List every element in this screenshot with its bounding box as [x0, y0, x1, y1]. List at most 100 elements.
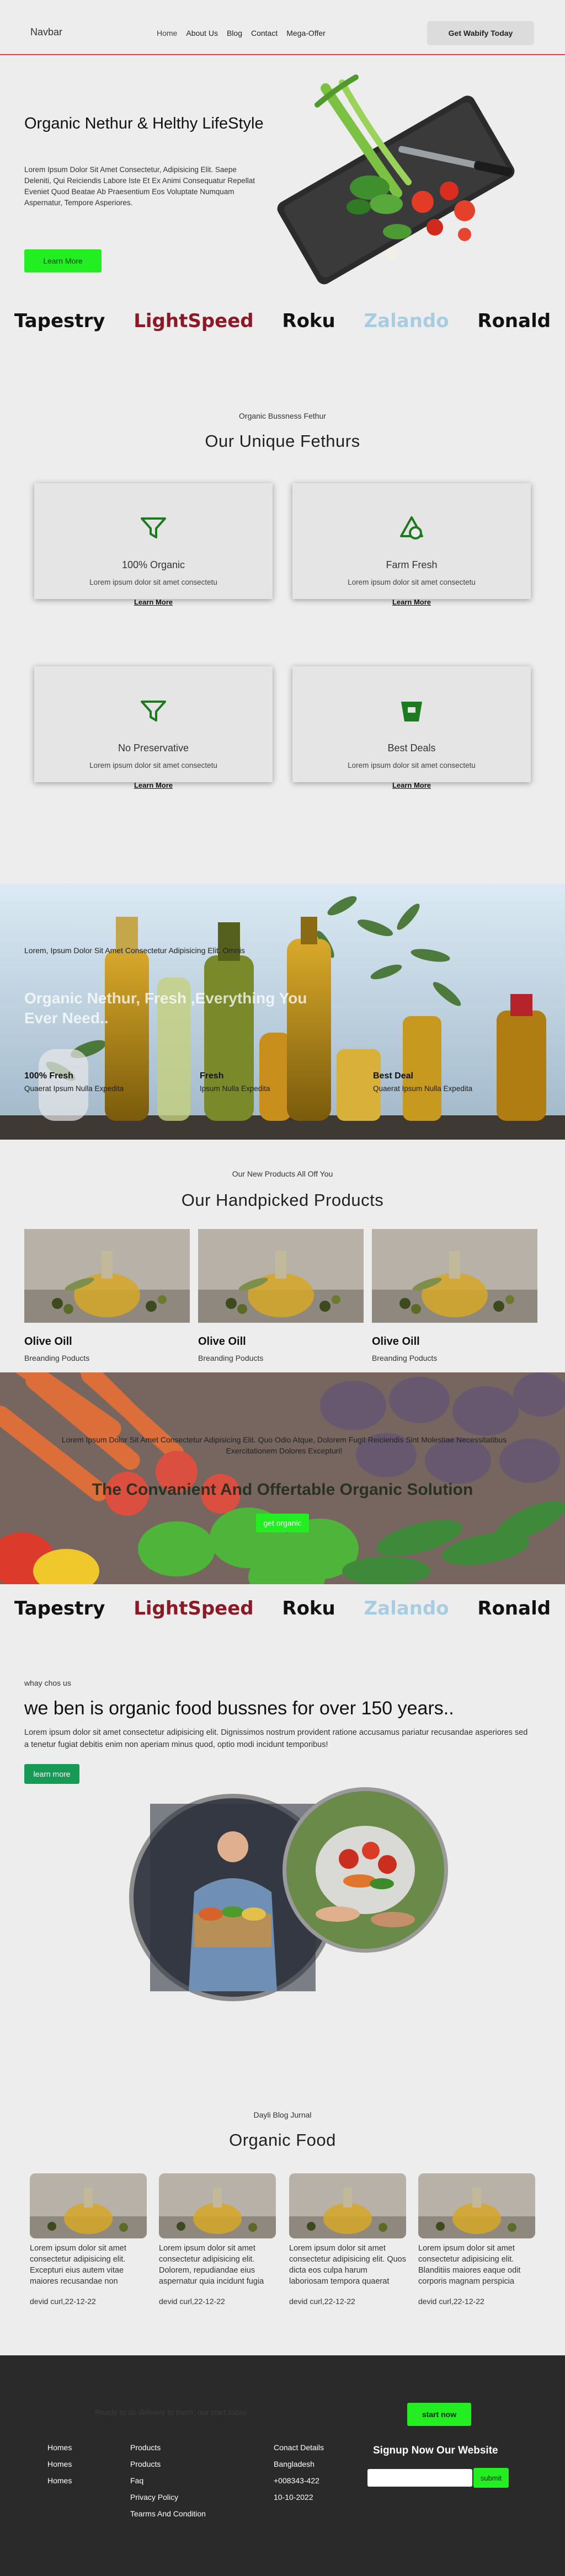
- blog-post-image: [30, 2173, 147, 2238]
- oil-banner-subtext: Lorem, Ipsum Dolor Sit Amet Consectetur …: [24, 946, 245, 955]
- footer-column-contact: Conact Details Bangladesh +008343-422 10…: [274, 2439, 324, 2505]
- get-organic-button[interactable]: get organic: [256, 1514, 309, 1532]
- brand-lightspeed: LightSpeed: [134, 1597, 254, 1620]
- hero-title: Organic Nethur & Helthy LifeStyle: [24, 115, 264, 132]
- footer-link-home[interactable]: Homes: [47, 2472, 72, 2489]
- olive-oil-image: [198, 1229, 364, 1323]
- hero-vegetables-image: [277, 74, 515, 285]
- veg-banner-text: Lorem Ipsum Dolor Sit Amet Consectetur A…: [61, 1435, 507, 1455]
- footer-contact-country: Bangladesh: [274, 2460, 315, 2468]
- nav-link-mega-offer[interactable]: Mega-Offer: [286, 29, 326, 38]
- feature-card-learn-more[interactable]: Learn More: [34, 598, 273, 606]
- blog-subtitle: Dayli Blog Jurnal: [253, 2110, 312, 2119]
- products-subtitle: Our New Products All Off You: [232, 1169, 333, 1178]
- blog-post-text: Lorem ipsum dolor sit amet consectetur a…: [30, 2244, 126, 2286]
- footer-link-home[interactable]: Homes: [47, 2456, 72, 2472]
- brand-tapestry: Tapestry: [14, 1597, 105, 1620]
- olive-oil-image: [24, 1229, 190, 1323]
- footer-contact-date: 10-10-2022: [274, 2493, 313, 2502]
- funnel-icon: [141, 517, 166, 538]
- blog-title: Organic Food: [229, 2130, 336, 2150]
- blog-post[interactable]: Lorem ipsum dolor sit amet consectetur a…: [159, 2173, 276, 2306]
- oil-banner-title: Organic Nethur, Fresh ,Everything You Ev…: [24, 990, 307, 1027]
- blog-post-image: [159, 2173, 276, 2238]
- feature-card: 100% Organic Lorem ipsum dolor sit amet …: [34, 483, 273, 606]
- blog-post-image: [418, 2173, 535, 2238]
- brand-tapestry: Tapestry: [14, 310, 105, 332]
- nav-link-blog[interactable]: Blog: [227, 29, 242, 38]
- blog-post-date: devid curl,22-12-22: [418, 2297, 484, 2306]
- brand-logos-row: Tapestry LightSpeed Roku Zalando Ronald: [0, 310, 565, 332]
- blog-post-date: devid curl,22-12-22: [30, 2297, 96, 2306]
- vegetables-image: [0, 1372, 565, 1584]
- funnel-icon: [141, 701, 166, 722]
- hero-text: Lorem Ipsum Dolor Sit Amet Consectetur, …: [24, 165, 255, 207]
- oil-feature: Fresh Ipsum Nulla Expedita: [200, 1071, 321, 1093]
- footer-link-products[interactable]: Products: [130, 2456, 206, 2472]
- feature-card-title: Farm Fresh: [386, 559, 438, 570]
- features-subtitle: Organic Bussness Fethur: [239, 411, 326, 420]
- product-card[interactable]: Olive Oill Breanding Poducts: [198, 1229, 364, 1362]
- feature-card-learn-more[interactable]: Learn More: [292, 781, 531, 789]
- product-category: Breanding Poducts: [24, 1354, 90, 1362]
- oil-feature-title: Best Deal: [373, 1071, 413, 1081]
- feature-card-text: Lorem ipsum dolor sit amet consectetu: [348, 578, 476, 586]
- feature-card-text: Lorem ipsum dolor sit amet consectetu: [89, 578, 217, 586]
- feature-card-title: 100% Organic: [121, 559, 185, 570]
- footer-column-products: Products Products Faq Privacy Policy Tea…: [130, 2439, 206, 2522]
- product-card[interactable]: Olive Oill Breanding Poducts: [372, 1229, 537, 1362]
- footer-link-faq[interactable]: Faq: [130, 2472, 206, 2489]
- why-text: Lorem ipsum dolor sit amet consectetur a…: [24, 1728, 528, 1749]
- shapes-icon: [400, 516, 423, 539]
- signup-email-input[interactable]: [367, 2469, 472, 2487]
- oil-feature-text: Quaerat Ipsum Nulla Expedita: [24, 1084, 124, 1093]
- brand-roku: Roku: [282, 310, 335, 332]
- nav-link-contact[interactable]: Contact: [251, 29, 278, 38]
- blog-post-text: Lorem ipsum dolor sit amet consectetur a…: [289, 2244, 406, 2286]
- nav-link-about[interactable]: About Us: [186, 29, 218, 38]
- why-title: we ben is organic food bussnes for over …: [24, 1698, 454, 1719]
- features-title: Our Unique Fethurs: [205, 431, 360, 451]
- product-category: Breanding Poducts: [372, 1354, 438, 1362]
- products-title: Our Handpicked Products: [181, 1190, 384, 1210]
- olive-oil-image: [372, 1229, 537, 1323]
- start-now-button[interactable]: start now: [407, 2403, 471, 2426]
- hero-learn-more-button[interactable]: Learn More: [24, 249, 102, 272]
- signup-submit-button[interactable]: submit: [473, 2468, 509, 2488]
- blog-post[interactable]: Lorem ipsum dolor sit amet consectetur a…: [30, 2173, 147, 2306]
- feature-card: Best Deals Lorem ipsum dolor sit amet co…: [292, 666, 531, 789]
- brand-ronald: Ronald: [477, 1597, 551, 1620]
- oil-bottles-banner: Lorem, Ipsum Dolor Sit Amet Consectetur …: [0, 884, 565, 1140]
- footer-link-home[interactable]: Homes: [47, 2439, 72, 2456]
- oil-feature-text: Quaerat Ipsum Nulla Expedita: [373, 1084, 473, 1093]
- bucket-icon: [401, 702, 422, 722]
- product-name: Olive Oill: [24, 1335, 72, 1348]
- footer-link-terms[interactable]: Tearms And Condition: [130, 2505, 206, 2522]
- why-learn-more-button[interactable]: learn more: [24, 1764, 79, 1784]
- get-wabify-button[interactable]: Get Wabify Today: [427, 21, 534, 45]
- blog-post[interactable]: Lorem ipsum dolor sit amet consectetur a…: [289, 2173, 406, 2306]
- feature-card-learn-more[interactable]: Learn More: [292, 598, 531, 606]
- navbar: Navbar Home About Us Blog Contact Mega-O…: [0, 0, 565, 55]
- feature-card-title: No Preservative: [118, 742, 189, 753]
- brand-zalando: Zalando: [364, 310, 449, 332]
- oil-feature: Best Deal Quaerat Ipsum Nulla Expedita: [373, 1071, 494, 1093]
- blog-post-image: [289, 2173, 406, 2238]
- oil-feature: 100% Fresh Quaerat Ipsum Nulla Expedita: [24, 1071, 146, 1093]
- feature-card-learn-more[interactable]: Learn More: [34, 781, 273, 789]
- oil-feature-title: 100% Fresh: [24, 1071, 73, 1081]
- footer-column-homes: Homes Homes Homes: [47, 2439, 72, 2489]
- feature-card: No Preservative Lorem ipsum dolor sit am…: [34, 666, 273, 789]
- blog-post[interactable]: Lorem ipsum dolor sit amet consectetur a…: [418, 2173, 535, 2306]
- veg-banner-title: The Convanient And Offertable Organic So…: [92, 1481, 473, 1499]
- nav-links: Home About Us Blog Contact Mega-Offer: [157, 29, 326, 38]
- product-name: Olive Oill: [198, 1335, 246, 1348]
- footer-link-products[interactable]: Products: [130, 2439, 206, 2456]
- navbar-brand[interactable]: Navbar: [30, 26, 62, 38]
- oil-feature-text: Ipsum Nulla Expedita: [200, 1084, 270, 1093]
- footer-link-privacy[interactable]: Privacy Policy: [130, 2489, 206, 2505]
- blog-post-text: Lorem ipsum dolor sit amet consectetur a…: [159, 2244, 264, 2286]
- product-card[interactable]: Olive Oill Breanding Poducts: [24, 1229, 190, 1362]
- oil-feature-title: Fresh: [200, 1071, 224, 1081]
- nav-link-home[interactable]: Home: [157, 29, 177, 38]
